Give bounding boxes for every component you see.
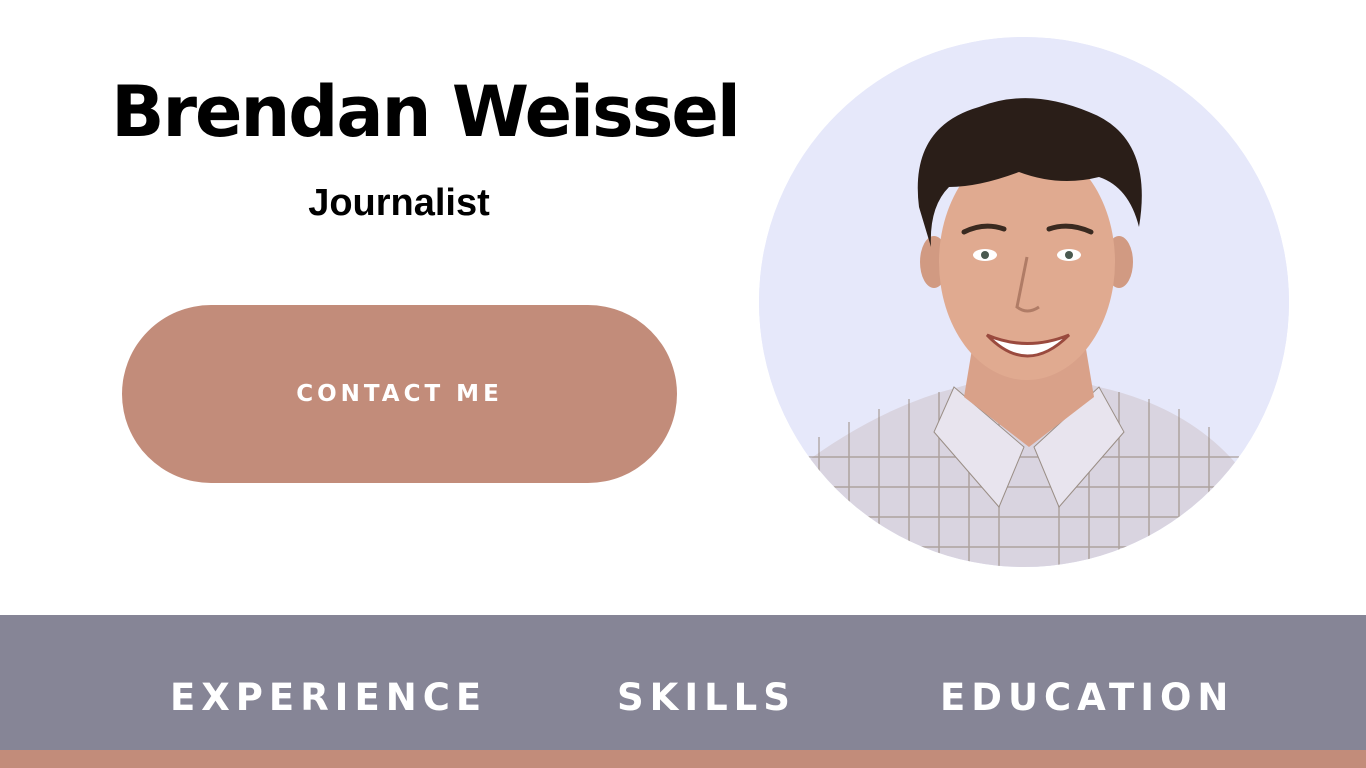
section-nav: EXPERIENCE SKILLS EDUCATION xyxy=(0,615,1366,750)
page-title: Brendan Weissel xyxy=(111,71,741,153)
profile-photo xyxy=(759,37,1289,567)
bottom-accent-strip xyxy=(0,750,1366,768)
nav-education[interactable]: EDUCATION xyxy=(940,615,1234,750)
page: Brendan Weissel Journalist CONTACT ME EX… xyxy=(0,0,1366,768)
contact-me-button[interactable]: CONTACT ME xyxy=(122,305,677,483)
job-title: Journalist xyxy=(308,182,490,224)
nav-skills[interactable]: SKILLS xyxy=(617,615,796,750)
nav-experience[interactable]: EXPERIENCE xyxy=(170,615,487,750)
